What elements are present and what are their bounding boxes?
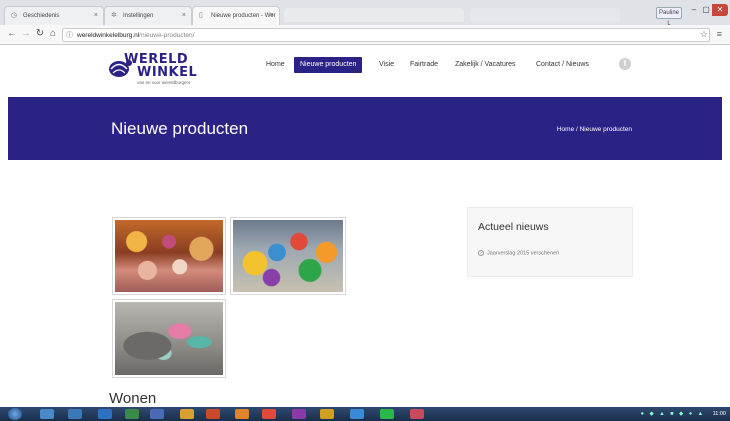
nav-item-home[interactable]: Home: [266, 57, 285, 73]
nav-item-visie[interactable]: Visie: [379, 57, 394, 73]
minimize-icon[interactable]: –: [688, 4, 700, 16]
profile-button[interactable]: Pauline L: [656, 7, 682, 27]
nav-item-nieuwe-producten[interactable]: Nieuwe producten: [294, 57, 363, 73]
blurred-tab: [284, 8, 464, 22]
section-heading: Wonen: [109, 390, 157, 407]
app-icon[interactable]: [320, 409, 334, 419]
news-link-label: Jaarverslag 2015 verschenen: [487, 250, 560, 257]
gallery-image-shop-display[interactable]: [112, 217, 226, 295]
close-icon[interactable]: ×: [270, 12, 274, 19]
facebook-icon[interactable]: f: [619, 58, 631, 70]
onenote-icon[interactable]: [292, 409, 306, 419]
widget-title: Actueel nieuws: [478, 221, 549, 233]
browser-menu-icon[interactable]: ≡: [717, 29, 722, 39]
os-taskbar: ● ◆ ▲ ■ ◆ ● ▲ 11:00: [0, 407, 730, 421]
tab-label: Nieuwe producten - Wer: [211, 13, 276, 19]
start-button[interactable]: [8, 408, 22, 420]
bookmark-star-icon[interactable]: ☆: [700, 29, 708, 40]
history-icon: ◷: [11, 12, 18, 19]
url-path: /nieuwe-producten/: [139, 32, 195, 39]
news-link[interactable]: › Jaarverslag 2015 verschenen: [478, 250, 559, 256]
explorer-icon[interactable]: [40, 409, 54, 419]
info-icon[interactable]: ⓘ: [66, 29, 73, 42]
app-icon[interactable]: [235, 409, 249, 419]
news-widget: Actueel nieuws › Jaarverslag 2015 versche…: [467, 207, 633, 277]
folder-icon[interactable]: [180, 409, 194, 419]
reload-icon[interactable]: ↻: [34, 28, 46, 39]
logo-tagline: van en voor wereldburgers: [137, 80, 191, 85]
excel-icon[interactable]: [125, 409, 139, 419]
firefox-icon[interactable]: [206, 409, 220, 419]
home-icon[interactable]: ⌂: [47, 28, 59, 39]
maximize-icon[interactable]: ▢: [700, 4, 712, 16]
site-logo[interactable]: WERELD WINKEL van en voor wereldburgers: [107, 51, 232, 91]
close-window-icon[interactable]: ✕: [712, 4, 728, 16]
nav-item-zakelijk-vacatures[interactable]: Zakelijk / Vacatures: [455, 57, 516, 73]
app-icon[interactable]: [410, 409, 424, 419]
arrow-circle-icon: ›: [478, 250, 484, 256]
chrome-icon[interactable]: [262, 409, 276, 419]
app-icon[interactable]: [350, 409, 364, 419]
system-tray[interactable]: ● ◆ ▲ ■ ◆ ● ▲ 11:00: [641, 408, 726, 420]
blurred-tab: [470, 8, 620, 22]
address-input[interactable]: ⓘ wereldwinkelelburg.nl/nieuwe-producten…: [62, 28, 710, 42]
browser-tab-nieuwe-producten[interactable]: ▯ Nieuwe producten - Wer ×: [192, 6, 280, 25]
spotify-icon[interactable]: [380, 409, 394, 419]
page-icon: ▯: [199, 12, 203, 19]
gallery-image-animal-figures[interactable]: [112, 299, 226, 378]
back-icon[interactable]: ←: [6, 28, 18, 39]
tab-label: Geschiedenis: [23, 13, 60, 19]
clock[interactable]: 11:00: [713, 411, 726, 417]
browser-toolbar: ← → ↻ ⌂ ⓘ wereldwinkelelburg.nl/nieuwe-p…: [0, 25, 730, 45]
browser-tab-bar: ◷ Geschiedenis × ✲ Instellingen × ▯ Nieu…: [0, 0, 730, 27]
browser-tab-settings[interactable]: ✲ Instellingen ×: [104, 6, 192, 25]
breadcrumb[interactable]: Home / Nieuwe producten: [557, 126, 632, 133]
nav-item-fairtrade[interactable]: Fairtrade: [410, 57, 438, 73]
page-banner: Nieuwe producten Home / Nieuwe producten: [8, 97, 722, 160]
gallery-image-ceramic-birds[interactable]: [230, 217, 346, 295]
url-domain: wereldwinkelelburg.nl: [77, 32, 140, 39]
page-title: Nieuwe producten: [111, 119, 249, 138]
word-icon[interactable]: [150, 409, 164, 419]
media-icon[interactable]: [68, 409, 82, 419]
close-icon[interactable]: ×: [94, 12, 98, 19]
tray-icons: ● ◆ ▲ ■ ◆ ● ▲: [640, 411, 706, 417]
gear-icon: ✲: [111, 12, 117, 19]
logo-wordmark-bottom: WINKEL: [137, 65, 198, 80]
ie-icon[interactable]: [98, 409, 112, 419]
forward-icon[interactable]: →: [20, 28, 32, 39]
close-icon[interactable]: ×: [182, 12, 186, 19]
browser-tab-history[interactable]: ◷ Geschiedenis ×: [4, 6, 104, 25]
nav-item-contact-nieuws[interactable]: Contact / Nieuws: [536, 57, 589, 73]
tab-label: Instellingen: [123, 13, 154, 19]
